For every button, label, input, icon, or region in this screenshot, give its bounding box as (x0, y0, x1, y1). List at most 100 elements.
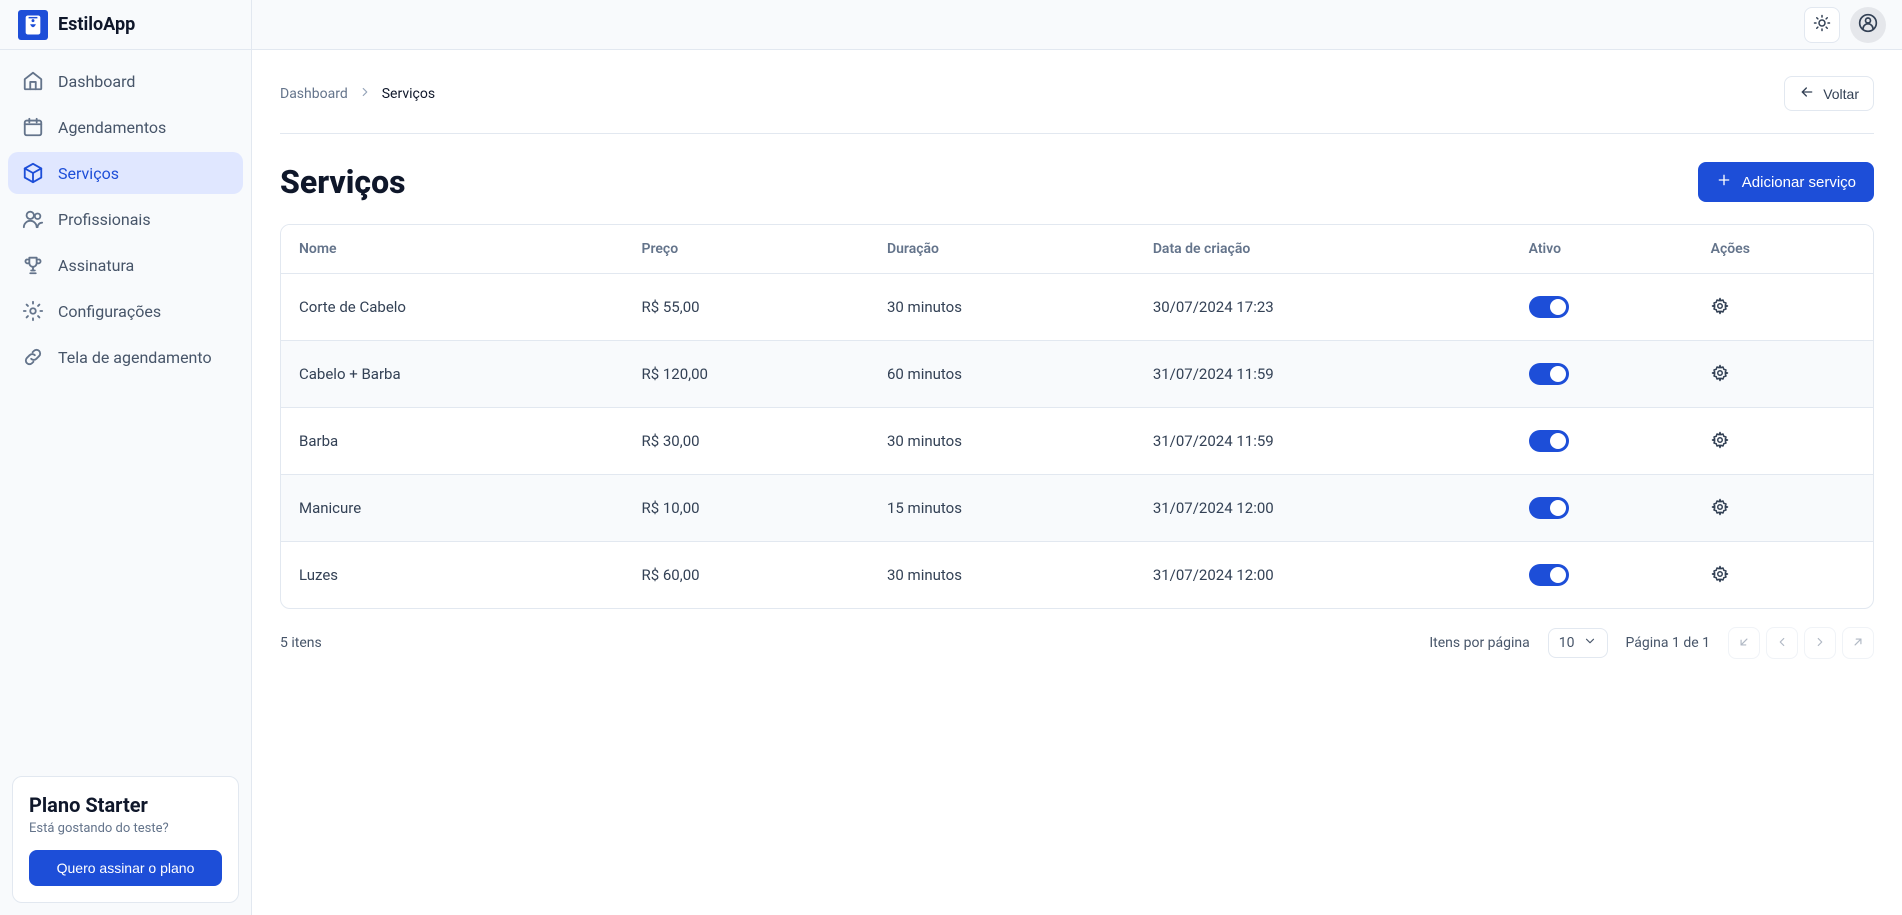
active-toggle[interactable] (1529, 497, 1569, 519)
total-count: 5 itens (280, 635, 322, 651)
active-toggle[interactable] (1529, 430, 1569, 452)
first-page-button[interactable] (1728, 627, 1760, 659)
row-actions-button[interactable] (1711, 364, 1729, 385)
sidebar-item-appointments[interactable]: Agendamentos (8, 106, 243, 148)
prev-page-button[interactable] (1766, 627, 1798, 659)
chevron-left-icon (1775, 635, 1789, 652)
active-toggle[interactable] (1529, 363, 1569, 385)
cell-price: R$ 60,00 (623, 542, 868, 609)
profile-button[interactable] (1850, 7, 1886, 43)
arrow-left-icon (1799, 84, 1815, 103)
row-actions-button[interactable] (1711, 565, 1729, 586)
cell-duration: 30 minutos (869, 274, 1135, 341)
logo-icon (18, 10, 48, 40)
sidebar-item-dashboard[interactable]: Dashboard (8, 60, 243, 102)
gear-icon (1711, 297, 1729, 318)
back-label: Voltar (1823, 86, 1859, 102)
sidebar-item-subscription[interactable]: Assinatura (8, 244, 243, 286)
sidebar-item-label: Dashboard (58, 72, 135, 91)
breadcrumb-current: Serviços (382, 86, 435, 102)
active-toggle[interactable] (1529, 564, 1569, 586)
chevron-right-icon (358, 85, 372, 103)
active-toggle[interactable] (1529, 296, 1569, 318)
gear-icon (22, 300, 44, 322)
cell-price: R$ 10,00 (623, 475, 868, 542)
cell-name: Corte de Cabelo (281, 274, 623, 341)
cell-duration: 30 minutos (869, 542, 1135, 609)
plan-subtitle: Está gostando do teste? (29, 821, 222, 836)
row-actions-button[interactable] (1711, 498, 1729, 519)
back-button[interactable]: Voltar (1784, 76, 1874, 111)
cell-duration: 15 minutos (869, 475, 1135, 542)
cell-name: Cabelo + Barba (281, 341, 623, 408)
gear-icon (1711, 431, 1729, 452)
table-row: Manicure R$ 10,00 15 minutos 31/07/2024 … (281, 475, 1873, 542)
row-actions-button[interactable] (1711, 297, 1729, 318)
plan-card: Plano Starter Está gostando do teste? Qu… (12, 776, 239, 903)
cell-price: R$ 30,00 (623, 408, 868, 475)
trophy-icon (22, 254, 44, 276)
users-icon (22, 208, 44, 230)
link-icon (22, 346, 44, 368)
col-name: Nome (281, 225, 623, 274)
cell-name: Barba (281, 408, 623, 475)
cell-created: 31/07/2024 11:59 (1135, 408, 1511, 475)
add-service-button[interactable]: Adicionar serviço (1698, 162, 1874, 202)
calendar-icon (22, 116, 44, 138)
arrow-top-right-icon (1851, 635, 1865, 652)
sidebar-item-booking-page[interactable]: Tela de agendamento (8, 336, 243, 378)
add-service-label: Adicionar serviço (1742, 174, 1856, 191)
col-created: Data de criação (1135, 225, 1511, 274)
topbar (252, 0, 1902, 50)
col-duration: Duração (869, 225, 1135, 274)
sidebar-item-label: Tela de agendamento (58, 348, 212, 367)
gear-icon (1711, 364, 1729, 385)
services-table: Nome Preço Duração Data de criação Ativo… (281, 225, 1873, 608)
table-row: Barba R$ 30,00 30 minutos 31/07/2024 11:… (281, 408, 1873, 475)
package-icon (22, 162, 44, 184)
sidebar-item-label: Profissionais (58, 210, 151, 229)
sidebar-item-label: Agendamentos (58, 118, 166, 137)
table-row: Luzes R$ 60,00 30 minutos 31/07/2024 12:… (281, 542, 1873, 609)
page-title: Serviços (280, 163, 406, 201)
gear-icon (1711, 498, 1729, 519)
plus-icon (1716, 172, 1732, 192)
next-page-button[interactable] (1804, 627, 1836, 659)
last-page-button[interactable] (1842, 627, 1874, 659)
user-circle-icon (1858, 13, 1878, 36)
cell-price: R$ 120,00 (623, 341, 868, 408)
plan-cta-button[interactable]: Quero assinar o plano (29, 850, 222, 886)
per-page-select[interactable]: 10 (1548, 628, 1608, 658)
cell-created: 31/07/2024 11:59 (1135, 341, 1511, 408)
cell-name: Manicure (281, 475, 623, 542)
plan-title: Plano Starter (29, 793, 222, 817)
cell-name: Luzes (281, 542, 623, 609)
row-actions-button[interactable] (1711, 431, 1729, 452)
sidebar-item-label: Configurações (58, 302, 161, 321)
page-indicator: Página 1 de 1 (1626, 635, 1710, 651)
cell-created: 30/07/2024 17:23 (1135, 274, 1511, 341)
sidebar-item-settings[interactable]: Configurações (8, 290, 243, 332)
sidebar-item-services[interactable]: Serviços (8, 152, 243, 194)
cell-duration: 60 minutos (869, 341, 1135, 408)
cell-duration: 30 minutos (869, 408, 1135, 475)
table-row: Cabelo + Barba R$ 120,00 60 minutos 31/0… (281, 341, 1873, 408)
gear-icon (1711, 565, 1729, 586)
sidebar-item-professionals[interactable]: Profissionais (8, 198, 243, 240)
per-page-value: 10 (1559, 635, 1575, 651)
breadcrumb-root[interactable]: Dashboard (280, 86, 348, 102)
col-active: Ativo (1511, 225, 1693, 274)
chevron-down-icon (1583, 634, 1597, 652)
cell-created: 31/07/2024 12:00 (1135, 542, 1511, 609)
cell-created: 31/07/2024 12:00 (1135, 475, 1511, 542)
brand-header: EstiloApp (0, 0, 251, 50)
col-actions: Ações (1693, 225, 1873, 274)
sidebar-item-label: Serviços (58, 164, 119, 183)
theme-toggle-button[interactable] (1804, 7, 1840, 43)
sun-icon (1813, 14, 1831, 35)
sidebar-item-label: Assinatura (58, 256, 134, 275)
cell-price: R$ 55,00 (623, 274, 868, 341)
brand-name: EstiloApp (58, 14, 135, 35)
table-row: Corte de Cabelo R$ 55,00 30 minutos 30/0… (281, 274, 1873, 341)
arrow-bottom-left-icon (1737, 635, 1751, 652)
